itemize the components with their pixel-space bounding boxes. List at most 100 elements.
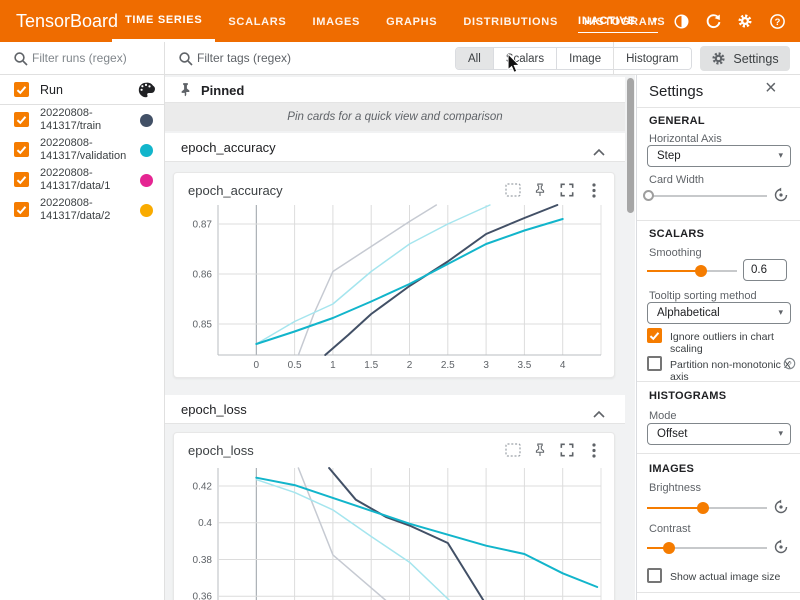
filter-button-all[interactable]: All bbox=[456, 48, 494, 69]
tab-time-series[interactable]: TIME SERIES bbox=[112, 0, 215, 42]
tab-distributions[interactable]: DISTRIBUTIONS bbox=[450, 0, 571, 42]
svg-text:1: 1 bbox=[330, 360, 336, 371]
run-filter-input[interactable] bbox=[32, 48, 152, 68]
tooltip-sorting-label: Tooltip sorting method bbox=[649, 290, 757, 302]
scalars-heading: SCALARS bbox=[649, 228, 704, 240]
fullscreen-icon[interactable] bbox=[559, 442, 575, 458]
reset-icon[interactable] bbox=[773, 499, 789, 520]
svg-text:2: 2 bbox=[407, 360, 413, 371]
scrollbar-thumb[interactable] bbox=[627, 78, 634, 213]
chevron-up-icon[interactable] bbox=[593, 143, 605, 161]
run-row-train[interactable]: 20220808-141317/train bbox=[0, 105, 165, 135]
filter-button-scalars[interactable]: Scalars bbox=[494, 48, 557, 69]
svg-text:0.38: 0.38 bbox=[193, 555, 213, 566]
ignore-outliers-label: Ignore outliers in chart scaling bbox=[670, 331, 800, 355]
svg-text:0.87: 0.87 bbox=[193, 220, 213, 231]
tooltip-sorting-select[interactable]: Alphabetical ▾ bbox=[647, 302, 791, 324]
chevron-down-icon: ▾ bbox=[778, 307, 783, 318]
pin-icon bbox=[178, 82, 193, 102]
section-header-epoch-loss[interactable]: epoch_loss bbox=[165, 395, 625, 424]
run-row-2[interactable]: 20220808-141317/data/2 bbox=[0, 195, 165, 225]
help-icon[interactable]: ? bbox=[783, 357, 796, 375]
svg-text:0: 0 bbox=[254, 360, 260, 371]
tab-scalars[interactable]: SCALARS bbox=[215, 0, 299, 42]
chevron-down-icon: ▾ bbox=[778, 150, 783, 161]
run-color-dot bbox=[140, 204, 153, 217]
tag-type-filter-group: AllScalarsImageHistogram bbox=[455, 47, 692, 70]
smoothing-label: Smoothing bbox=[649, 247, 702, 259]
horizontal-axis-value: Step bbox=[657, 150, 681, 162]
brightness-slider-fill bbox=[647, 507, 703, 509]
contrast-slider-thumb[interactable] bbox=[663, 542, 675, 554]
contrast-label: Contrast bbox=[649, 523, 691, 535]
select-all-runs-checkbox[interactable] bbox=[14, 82, 29, 97]
run-checkbox[interactable] bbox=[14, 202, 29, 217]
card-epoch-accuracy: 0.850.860.8700.511.522.533.54 epoch_accu… bbox=[173, 172, 615, 378]
horizontal-axis-label: Horizontal Axis bbox=[649, 133, 722, 145]
fullscreen-icon[interactable] bbox=[559, 182, 575, 198]
svg-text:2.5: 2.5 bbox=[441, 360, 455, 371]
close-icon[interactable]: × bbox=[765, 77, 777, 100]
help-icon[interactable]: ? bbox=[768, 12, 786, 30]
refresh-icon[interactable] bbox=[704, 12, 722, 30]
svg-text:3: 3 bbox=[483, 360, 489, 371]
run-filter-row bbox=[0, 42, 165, 75]
run-checkbox[interactable] bbox=[14, 142, 29, 157]
horizontal-axis-select[interactable]: Step ▾ bbox=[647, 145, 791, 167]
section-header-epoch-accuracy[interactable]: epoch_accuracy bbox=[165, 133, 625, 162]
more-options-icon[interactable] bbox=[586, 442, 602, 458]
fit-to-data-icon[interactable] bbox=[505, 182, 521, 198]
run-checkbox[interactable] bbox=[14, 112, 29, 127]
chart-epoch-accuracy[interactable]: 0.850.860.8700.511.522.533.54 bbox=[174, 173, 616, 379]
card-width-slider-thumb[interactable] bbox=[643, 190, 654, 201]
fit-to-data-icon[interactable] bbox=[505, 442, 521, 458]
section-title: epoch_loss bbox=[181, 402, 247, 417]
filter-button-image[interactable]: Image bbox=[557, 48, 614, 69]
card-width-slider[interactable] bbox=[647, 195, 767, 197]
run-checkbox[interactable] bbox=[14, 172, 29, 187]
show-actual-size-label: Show actual image size bbox=[670, 571, 780, 583]
mode-select[interactable]: Offset ▾ bbox=[647, 423, 791, 445]
navbar-right-cluster: INACTIVE ▾ ? bbox=[578, 0, 786, 42]
top-navbar: TensorBoard TIME SERIESSCALARSIMAGESGRAP… bbox=[0, 0, 800, 42]
reset-icon[interactable] bbox=[773, 539, 789, 560]
histograms-heading: HISTOGRAMS bbox=[649, 390, 726, 402]
reset-icon[interactable] bbox=[773, 187, 789, 208]
tag-filter-input[interactable] bbox=[197, 48, 447, 68]
settings-button[interactable]: Settings bbox=[700, 46, 790, 71]
card-actions bbox=[505, 442, 602, 458]
run-row-1[interactable]: 20220808-141317/data/1 bbox=[0, 165, 165, 195]
tooltip-sorting-value: Alphabetical bbox=[657, 307, 720, 319]
svg-text:0.85: 0.85 bbox=[193, 320, 213, 331]
tab-images[interactable]: IMAGES bbox=[299, 0, 373, 42]
toolbar-divider bbox=[613, 42, 614, 75]
more-options-icon[interactable] bbox=[586, 182, 602, 198]
tab-graphs[interactable]: GRAPHS bbox=[373, 0, 450, 42]
pinned-section-bar[interactable]: Pinned bbox=[165, 77, 625, 103]
smoothing-slider-thumb[interactable] bbox=[695, 265, 707, 277]
filter-button-histogram[interactable]: Histogram bbox=[614, 48, 690, 69]
chevron-up-icon[interactable] bbox=[593, 405, 605, 423]
palette-icon[interactable] bbox=[137, 81, 155, 104]
pin-card-icon[interactable] bbox=[532, 182, 548, 198]
pin-card-icon[interactable] bbox=[532, 442, 548, 458]
run-list-header: Run bbox=[0, 75, 165, 105]
chevron-down-icon: ▾ bbox=[778, 428, 783, 439]
pinned-label: Pinned bbox=[201, 83, 244, 98]
search-icon bbox=[13, 51, 29, 72]
run-row-validation[interactable]: 20220808-141317/validation bbox=[0, 135, 165, 165]
card-actions bbox=[505, 182, 602, 198]
partition-x-axis-checkbox[interactable] bbox=[647, 356, 662, 371]
status-select[interactable]: INACTIVE ▾ bbox=[578, 9, 658, 33]
run-color-dot bbox=[140, 114, 153, 127]
chart-epoch-loss[interactable]: 0.360.380.40.42 bbox=[174, 433, 616, 600]
smoothing-value-input[interactable] bbox=[743, 259, 787, 281]
brightness-slider-thumb[interactable] bbox=[697, 502, 709, 514]
svg-text:0.5: 0.5 bbox=[288, 360, 302, 371]
show-actual-size-checkbox[interactable] bbox=[647, 568, 662, 583]
run-label: 20220808-141317/validation bbox=[40, 137, 126, 163]
ignore-outliers-checkbox[interactable] bbox=[647, 328, 662, 343]
theme-toggle-icon[interactable] bbox=[672, 12, 690, 30]
tag-toolbar: AllScalarsImageHistogram Settings bbox=[165, 42, 800, 75]
gear-icon[interactable] bbox=[736, 12, 754, 30]
